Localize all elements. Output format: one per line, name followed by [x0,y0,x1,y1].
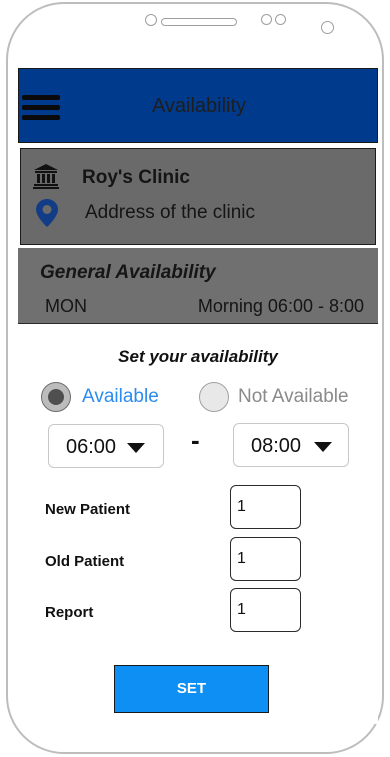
from-time-value: 06:00 [66,436,117,458]
not-available-radio-label[interactable]: Not Available [238,386,349,408]
radio-unselected-icon[interactable] [199,382,229,412]
hamburger-menu-icon[interactable] [22,95,60,121]
location-pin-icon [36,199,58,227]
earpiece-speaker-icon [161,18,237,26]
new-patient-input[interactable] [230,485,301,529]
app-header: Availability [18,68,378,143]
report-input[interactable] [230,588,301,632]
to-time-value: 08:00 [251,435,302,457]
day-label: MON [45,296,87,316]
day-time-slot: Morning 06:00 - 8:00 [197,296,364,316]
radio-selected-icon[interactable] [41,382,71,412]
light-sensor-icon [275,14,286,25]
available-radio-label[interactable]: Available [82,386,159,408]
general-availability-title: General Availability [40,262,216,283]
clinic-name: Roy's Clinic [82,167,190,188]
report-label: Report [45,604,94,621]
to-time-select[interactable]: 08:00 [233,423,349,467]
dialog-title: Set your availability [118,347,278,366]
new-patient-label: New Patient [45,501,131,518]
time-separator: - [191,425,200,455]
availability-dialog: Set your availability Available Not Avai… [18,323,378,724]
front-camera-icon [145,14,157,26]
page-title: Availability [151,95,247,117]
old-patient-label: Old Patient [45,553,125,570]
from-time-select[interactable]: 06:00 [48,424,164,468]
app-screen: Availability Roy's Clinic Address of the… [18,68,378,724]
set-button[interactable]: SET [114,665,269,713]
chevron-down-icon[interactable] [127,443,145,453]
chevron-down-icon[interactable] [314,442,332,452]
clinic-address: Address of the clinic [85,202,256,223]
proximity-sensor-icon [261,14,272,25]
clinic-card: Roy's Clinic Address of the clinic [20,148,376,245]
secondary-camera-icon [321,21,334,34]
bank-building-icon [33,164,59,189]
old-patient-input[interactable] [230,537,301,581]
